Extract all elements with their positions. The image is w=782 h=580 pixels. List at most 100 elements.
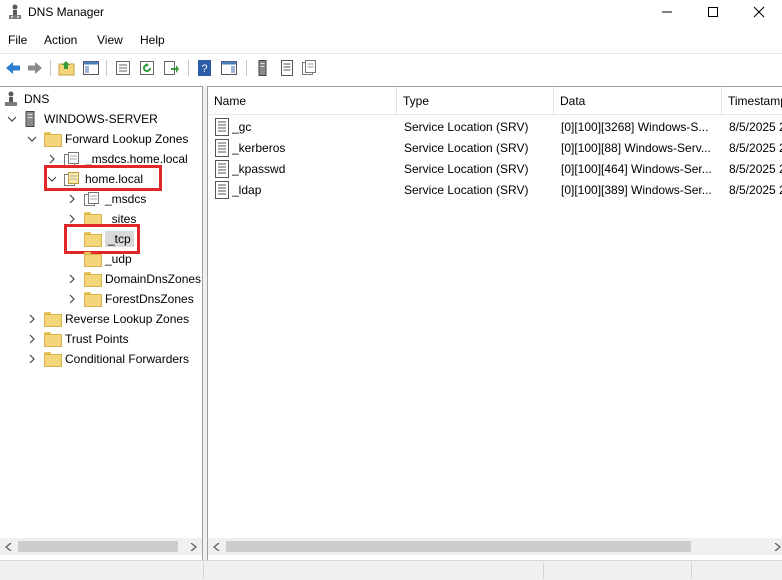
tree-item-forward-lookup-zones[interactable]: Forward Lookup Zones <box>26 129 188 149</box>
tree-label: _udp <box>105 252 132 266</box>
table-row[interactable]: _ldap Service Location (SRV) [0][100][38… <box>208 180 782 201</box>
cell-name: _gc <box>232 120 252 134</box>
menu-view[interactable]: View <box>97 33 123 47</box>
tree-label: _msdcs <box>105 192 147 206</box>
column-header-data[interactable]: Data <box>554 87 722 115</box>
cell-timestamp: 8/5/2025 2 <box>729 120 782 134</box>
chevron-right-icon[interactable] <box>26 353 38 365</box>
srv-record-icon <box>215 139 229 157</box>
cell-data: [0][100][464] Windows-Ser... <box>561 162 712 176</box>
table-row[interactable]: _kerberos Service Location (SRV) [0][100… <box>208 138 782 159</box>
folder-icon <box>44 312 62 327</box>
maximize-button[interactable] <box>690 0 736 24</box>
cell-type: Service Location (SRV) <box>404 162 529 176</box>
folder-icon <box>44 132 62 147</box>
window-title: DNS Manager <box>28 5 105 19</box>
scroll-left-icon[interactable] <box>208 538 225 555</box>
table-row[interactable]: _kpasswd Service Location (SRV) [0][100]… <box>208 159 782 180</box>
highlight-home-local <box>44 165 162 191</box>
tree-item-dns[interactable]: DNS <box>4 89 49 109</box>
results-list: Name Type Data Timestamp _gc Service Loc… <box>207 86 782 560</box>
srv-record-icon <box>215 118 229 136</box>
tree-item-udp[interactable]: _udp <box>84 249 132 269</box>
folder-icon <box>84 292 102 307</box>
list-header: Name Type Data Timestamp <box>208 87 782 115</box>
close-icon <box>753 6 765 18</box>
column-header-name[interactable]: Name <box>208 87 397 115</box>
table-row[interactable]: _gc Service Location (SRV) [0][100][3268… <box>208 117 782 138</box>
chevron-right-icon[interactable] <box>26 313 38 325</box>
toolbar: ? <box>0 53 782 83</box>
dns-icon <box>5 91 17 106</box>
column-header-type[interactable]: Type <box>397 87 554 115</box>
tree-item-domain-dns-zones[interactable]: DomainDnsZones <box>66 269 201 289</box>
srv-record-icon <box>215 160 229 178</box>
folder-icon <box>84 272 102 287</box>
tree-horizontal-scrollbar[interactable] <box>0 538 202 555</box>
back-icon[interactable] <box>4 59 22 77</box>
export-list-icon[interactable] <box>162 59 180 77</box>
tree-item-conditional-forwarders[interactable]: Conditional Forwarders <box>26 349 189 369</box>
cell-type: Service Location (SRV) <box>404 141 529 155</box>
list-horizontal-scrollbar[interactable] <box>208 538 782 555</box>
cell-data: [0][100][389] Windows-Ser... <box>561 183 712 197</box>
folder-icon <box>44 332 62 347</box>
chevron-right-icon[interactable] <box>46 153 58 165</box>
tree-item-reverse-lookup-zones[interactable]: Reverse Lookup Zones <box>26 309 189 329</box>
help-icon[interactable]: ? <box>196 59 214 77</box>
tree-label: WINDOWS-SERVER <box>44 112 158 126</box>
tree-label: Forward Lookup Zones <box>65 132 189 146</box>
server-icon[interactable] <box>254 59 272 77</box>
chevron-right-icon[interactable] <box>66 273 78 285</box>
column-header-timestamp[interactable]: Timestamp <box>722 87 782 115</box>
close-button[interactable] <box>736 0 782 24</box>
scroll-right-icon[interactable] <box>768 538 782 555</box>
minimize-button[interactable] <box>644 0 690 24</box>
menu-file[interactable]: File <box>8 33 27 47</box>
properties-icon[interactable] <box>114 59 132 77</box>
status-bar <box>0 560 782 580</box>
cell-data: [0][100][88] Windows-Serv... <box>561 141 711 155</box>
srv-record-icon <box>215 181 229 199</box>
chevron-right-icon[interactable] <box>66 193 78 205</box>
scrollbar-thumb[interactable] <box>226 541 691 552</box>
status-segment <box>543 563 691 579</box>
scroll-left-icon[interactable] <box>0 538 17 555</box>
chevron-down-icon[interactable] <box>6 113 18 125</box>
cell-type: Service Location (SRV) <box>404 120 529 134</box>
up-folder-icon[interactable] <box>58 59 76 77</box>
zone-icon[interactable] <box>300 59 318 77</box>
show-action-pane-icon[interactable] <box>220 59 238 77</box>
tree-item-server[interactable]: WINDOWS-SERVER <box>6 109 158 129</box>
tree-label: Reverse Lookup Zones <box>65 312 190 326</box>
cell-name: _kpasswd <box>232 162 286 176</box>
console-tree: DNS WINDOWS-SERVER Forward Lookup Zones … <box>0 86 203 560</box>
cell-data: [0][100][3268] Windows-S... <box>561 120 709 134</box>
title-bar: DNS Manager <box>0 0 782 26</box>
cell-timestamp: 8/5/2025 2 <box>729 162 782 176</box>
forward-icon[interactable] <box>26 59 44 77</box>
folder-icon <box>84 252 102 267</box>
chevron-down-icon[interactable] <box>26 133 38 145</box>
chevron-right-icon[interactable] <box>26 333 38 345</box>
show-hide-tree-icon[interactable] <box>82 59 100 77</box>
tree-item-trust-points[interactable]: Trust Points <box>26 329 129 349</box>
tree-item-msdcs[interactable]: _msdcs <box>66 189 146 209</box>
tree-item-forest-dns-zones[interactable]: ForestDnsZones <box>66 289 194 309</box>
scroll-right-icon[interactable] <box>184 538 201 555</box>
cell-name: _kerberos <box>232 141 286 155</box>
status-segment <box>691 563 782 579</box>
record-icon[interactable] <box>278 59 296 77</box>
menu-action[interactable]: Action <box>44 33 77 47</box>
tree-label: _msdcs.home.local <box>85 152 188 166</box>
zone-icon <box>64 152 79 166</box>
svg-text:?: ? <box>201 63 207 75</box>
tree-label: DNS <box>24 92 50 106</box>
menu-help[interactable]: Help <box>140 33 165 47</box>
tree-label: Trust Points <box>65 332 129 346</box>
chevron-right-icon[interactable] <box>66 293 78 305</box>
tree-label: Conditional Forwarders <box>65 352 190 366</box>
refresh-icon[interactable] <box>138 59 156 77</box>
minimize-icon <box>662 11 672 13</box>
scrollbar-thumb[interactable] <box>18 541 178 552</box>
